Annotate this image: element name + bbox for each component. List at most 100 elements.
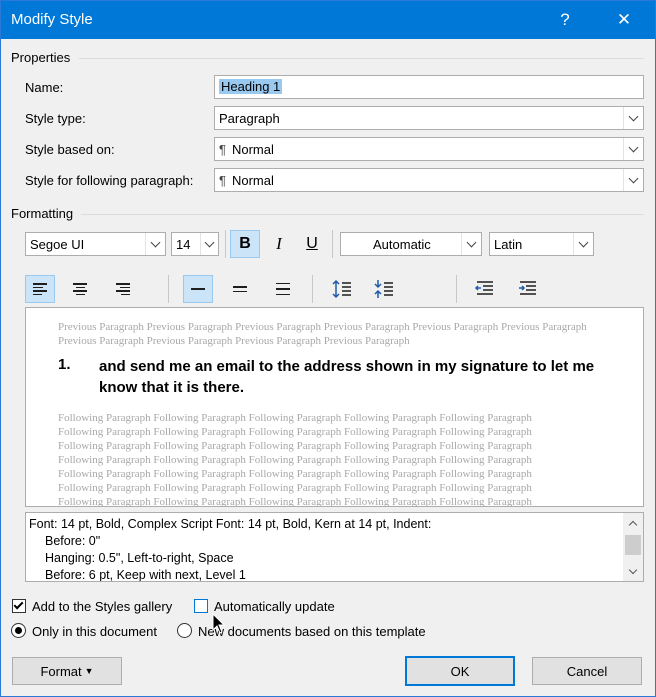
align-center-button[interactable]	[65, 275, 95, 303]
preview-following-line: Following Paragraph Following Paragraph …	[58, 496, 532, 507]
ok-button[interactable]: OK	[405, 656, 515, 686]
preview-heading-text: and send me an email to the address show…	[99, 358, 595, 396]
style-description[interactable]: Font: 14 pt, Bold, Complex Script Font: …	[25, 512, 644, 582]
name-input[interactable]: Heading 1	[214, 75, 644, 99]
double-spacing-icon	[276, 282, 290, 296]
italic-button[interactable]: I	[264, 230, 294, 258]
decrease-indent-button[interactable]	[470, 275, 500, 303]
toolbar-separator	[456, 275, 457, 303]
font-color-dropdown[interactable]: Automatic	[340, 232, 482, 256]
description-line: Hanging: 0.5", Left-to-right, Space	[45, 551, 234, 565]
toolbar-separator	[312, 275, 313, 303]
modify-style-dialog: Modify Style ? ✕ Properties Name: Headin…	[0, 0, 656, 697]
increase-indent-icon	[519, 281, 536, 295]
chevron-up-icon	[628, 520, 638, 529]
cancel-button[interactable]: Cancel	[532, 657, 642, 685]
radio-selected-dot	[15, 627, 22, 634]
scrollbar-thumb[interactable]	[625, 535, 641, 555]
single-spacing-button[interactable]	[183, 275, 213, 303]
properties-section-label: Properties	[11, 50, 71, 65]
preview-following-line: Following Paragraph Following Paragraph …	[58, 426, 532, 438]
align-right-icon	[116, 283, 130, 295]
chevron-down-icon[interactable]	[623, 169, 643, 191]
description-line: Before: 6 pt, Keep with next, Level 1	[45, 568, 246, 582]
help-button[interactable]: ?	[541, 1, 589, 39]
font-name-value: Segoe UI	[30, 237, 85, 252]
properties-divider	[79, 58, 644, 59]
align-left-icon	[33, 283, 47, 295]
new-documents-radio[interactable]	[177, 623, 192, 638]
increase-paragraph-spacing-icon	[332, 279, 351, 299]
font-name-dropdown[interactable]: Segoe UI	[25, 232, 166, 256]
toolbar-separator	[168, 275, 169, 303]
italic-icon: I	[276, 234, 282, 253]
font-size-value: 14	[176, 237, 191, 252]
chevron-down-icon	[628, 565, 638, 574]
description-line: Font: 14 pt, Bold, Complex Script Font: …	[29, 517, 432, 531]
add-to-gallery-checkbox[interactable]	[12, 599, 26, 613]
scroll-up-button[interactable]	[623, 515, 643, 531]
following-paragraph-label: Style for following paragraph:	[25, 173, 194, 188]
chevron-down-icon[interactable]	[623, 138, 643, 160]
increase-indent-button[interactable]	[513, 275, 543, 303]
dialog-title: Modify Style	[11, 11, 93, 28]
bold-button[interactable]: B	[230, 230, 260, 258]
style-type-dropdown[interactable]: Paragraph	[214, 106, 644, 130]
preview-heading-number: 1.	[58, 356, 71, 373]
preview-following-line: Following Paragraph Following Paragraph …	[58, 440, 532, 452]
align-right-button[interactable]	[108, 275, 138, 303]
single-spacing-icon	[191, 283, 205, 295]
scroll-down-button[interactable]	[623, 563, 643, 579]
paragraph-mark-icon: ¶	[219, 173, 226, 188]
style-type-label: Style type:	[25, 111, 86, 126]
align-left-button[interactable]	[25, 275, 55, 303]
auto-update-label[interactable]: Automatically update	[214, 599, 335, 614]
increase-spacing-button[interactable]	[327, 275, 357, 303]
chevron-down-icon[interactable]	[573, 233, 593, 255]
new-documents-label[interactable]: New documents based on this template	[198, 624, 426, 639]
script-dropdown[interactable]: Latin	[489, 232, 594, 256]
chevron-down-icon[interactable]	[623, 107, 643, 129]
description-line: Before: 0"	[45, 534, 101, 548]
double-spacing-button[interactable]	[268, 275, 298, 303]
chevron-down-icon[interactable]	[145, 233, 165, 255]
paragraph-mark-icon: ¶	[219, 142, 226, 157]
decrease-spacing-button[interactable]	[369, 275, 399, 303]
toolbar-separator	[225, 230, 226, 258]
name-value: Heading 1	[219, 79, 283, 94]
preview-following-line: Following Paragraph Following Paragraph …	[58, 412, 532, 424]
checkmark-icon	[13, 599, 24, 610]
ok-button-label: OK	[450, 663, 470, 679]
only-this-document-radio[interactable]	[11, 623, 26, 638]
align-center-icon	[73, 283, 87, 295]
only-this-document-label[interactable]: Only in this document	[32, 624, 157, 639]
chevron-down-icon[interactable]	[200, 233, 218, 255]
style-preview: Previous Paragraph Previous Paragraph Pr…	[25, 307, 644, 507]
caret-down-icon: ▼	[84, 666, 94, 676]
preview-following-line: Following Paragraph Following Paragraph …	[58, 468, 532, 480]
chevron-down-icon[interactable]	[461, 233, 481, 255]
one-half-spacing-icon	[233, 286, 247, 292]
format-button-label: Format	[40, 663, 82, 679]
formatting-section-label: Formatting	[11, 206, 74, 221]
style-based-on-label: Style based on:	[25, 142, 115, 157]
following-paragraph-dropdown[interactable]: ¶ Normal	[214, 168, 644, 192]
cancel-button-label: Cancel	[566, 663, 608, 679]
format-button[interactable]: Format ▼	[12, 657, 122, 685]
following-paragraph-value: Normal	[231, 173, 274, 188]
preview-following-line: Following Paragraph Following Paragraph …	[58, 454, 532, 466]
one-half-spacing-button[interactable]	[225, 275, 255, 303]
underline-button[interactable]: U	[297, 230, 327, 258]
add-to-gallery-label[interactable]: Add to the Styles gallery	[32, 599, 172, 614]
bold-icon: B	[239, 235, 251, 252]
underline-icon: U	[306, 235, 318, 252]
decrease-indent-icon	[474, 281, 493, 295]
style-based-on-dropdown[interactable]: ¶ Normal	[214, 137, 644, 161]
close-button[interactable]: ✕	[600, 1, 648, 39]
auto-update-checkbox[interactable]	[194, 599, 208, 613]
mouse-cursor-icon	[212, 613, 226, 634]
name-label: Name:	[25, 80, 64, 95]
toolbar-separator	[332, 230, 333, 258]
description-scrollbar[interactable]	[623, 513, 643, 581]
font-size-dropdown[interactable]: 14	[171, 232, 219, 256]
